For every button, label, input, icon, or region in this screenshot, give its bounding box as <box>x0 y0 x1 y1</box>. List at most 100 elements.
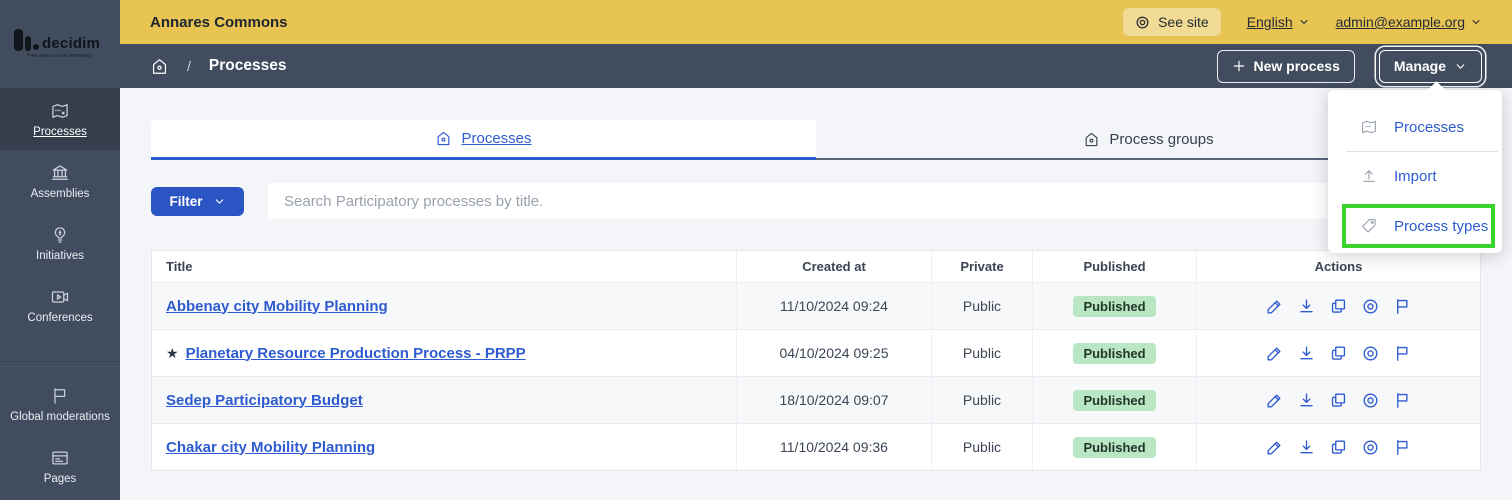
sidebar-item-label: Global moderations <box>10 410 110 423</box>
moderations-button[interactable] <box>1393 438 1412 457</box>
sidebar-item-conferences[interactable]: Conferences <box>0 274 120 336</box>
title-cell: ★ Sedep Participatory Budget <box>152 377 736 423</box>
preview-button[interactable] <box>1361 438 1380 457</box>
export-button[interactable] <box>1297 391 1316 410</box>
download-icon <box>1300 392 1313 406</box>
sidebar-item-label: Processes <box>33 125 87 138</box>
see-site-button[interactable]: See site <box>1123 8 1221 36</box>
moderate-flag-icon <box>1397 392 1408 408</box>
duplicate-button[interactable] <box>1329 391 1348 410</box>
decidim-logo[interactable]: decidim Free open-source democracy <box>0 0 120 88</box>
table-row: ★ Chakar city Mobility Planning 11/10/20… <box>152 423 1480 470</box>
new-process-button[interactable]: New process <box>1216 49 1355 83</box>
download-icon <box>1300 298 1313 312</box>
process-icon <box>438 131 450 146</box>
moderate-flag-icon <box>1397 439 1408 455</box>
created-at-cell: 18/10/2024 09:07 <box>736 377 931 423</box>
edit-icon <box>1267 394 1281 408</box>
column-header-private: Private <box>931 251 1032 282</box>
decidim-logo-text: decidim <box>42 35 101 52</box>
export-button[interactable] <box>1297 438 1316 457</box>
filter-row: Filter <box>151 183 1481 219</box>
edit-button[interactable] <box>1265 297 1284 316</box>
preview-button[interactable] <box>1361 297 1380 316</box>
duplicate-button[interactable] <box>1329 344 1348 363</box>
column-header-title: Title <box>166 259 193 274</box>
published-badge: Published <box>1073 342 1156 364</box>
eye-icon <box>1136 16 1149 28</box>
published-cell: Published <box>1032 424 1196 470</box>
preview-icon <box>1363 298 1378 314</box>
site-title: Annares Commons <box>150 13 288 31</box>
sidebar-item-pages[interactable]: Pages <box>0 435 120 497</box>
moderate-flag-icon <box>1397 298 1408 314</box>
edit-button[interactable] <box>1265 438 1284 457</box>
title-cell: ★ Chakar city Mobility Planning <box>152 424 736 470</box>
duplicate-button[interactable] <box>1329 438 1348 457</box>
published-cell: Published <box>1032 330 1196 376</box>
search-input[interactable] <box>268 183 1481 219</box>
sidebar-item-initiatives[interactable]: Initiatives <box>0 212 120 274</box>
main-content: Processes Process groups Filter Title Cr… <box>120 88 1512 500</box>
see-site-label: See site <box>1158 14 1209 30</box>
private-cell: Public <box>931 283 1032 329</box>
manage-label: Manage <box>1393 58 1446 74</box>
sidebar-item-label: Pages <box>43 472 77 485</box>
chevron-down-icon <box>1456 63 1465 69</box>
moderations-button[interactable] <box>1393 391 1412 410</box>
tab-label: Process groups <box>1109 130 1214 148</box>
preview-icon <box>1363 392 1378 408</box>
plus-icon <box>1233 60 1244 72</box>
private-cell: Public <box>931 377 1032 423</box>
table-row: ★ Sedep Participatory Budget 18/10/2024 … <box>152 376 1480 423</box>
sidebar-item-label: Initiatives <box>36 249 84 262</box>
duplicate-icon <box>1331 298 1346 313</box>
filter-button[interactable]: Filter <box>151 186 244 216</box>
process-title-link[interactable]: Chakar city Mobility Planning <box>166 439 375 456</box>
process-title-link[interactable]: Sedep Participatory Budget <box>166 392 363 409</box>
created-at-cell: 04/10/2024 09:25 <box>736 330 931 376</box>
sidebar-item-processes[interactable]: Processes <box>0 88 120 150</box>
sidebar-item-assemblies[interactable]: Assemblies <box>0 150 120 212</box>
preview-button[interactable] <box>1361 391 1380 410</box>
account-menu[interactable]: admin@example.org <box>1336 14 1482 30</box>
topbar-actions: See site English admin@example.org <box>1123 8 1482 36</box>
home-icon[interactable] <box>150 57 169 76</box>
moderations-button[interactable] <box>1393 297 1412 316</box>
decidim-logo-bars <box>14 29 39 51</box>
duplicate-button[interactable] <box>1329 297 1348 316</box>
menu-item-label: Import <box>1394 167 1437 185</box>
manage-button[interactable]: Manage <box>1378 49 1482 83</box>
process-title-link[interactable]: Abbenay city Mobility Planning <box>166 298 388 315</box>
published-cell: Published <box>1032 377 1196 423</box>
star-icon: ★ <box>166 344 179 361</box>
manage-menu-item-import[interactable]: Import <box>1328 154 1502 198</box>
manage-menu-item-processes[interactable]: Processes <box>1328 105 1502 149</box>
edit-button[interactable] <box>1265 344 1284 363</box>
language-label: English <box>1246 14 1293 30</box>
export-button[interactable] <box>1297 344 1316 363</box>
preview-button[interactable] <box>1361 344 1380 363</box>
table-header-row: Title Created at Private Published Actio… <box>152 251 1480 282</box>
process-group-icon <box>1086 132 1098 146</box>
title-cell: ★ Abbenay city Mobility Planning <box>152 283 736 329</box>
published-badge: Published <box>1073 295 1156 317</box>
published-badge: Published <box>1073 389 1156 411</box>
moderate-flag-icon <box>1397 345 1408 361</box>
private-cell: Public <box>931 424 1032 470</box>
manage-dropdown: Processes Import Process types <box>1328 81 1502 253</box>
breadcrumb-current[interactable]: Processes <box>209 57 287 75</box>
duplicate-icon <box>1331 439 1346 454</box>
moderations-button[interactable] <box>1393 344 1412 363</box>
tab-processes[interactable]: Processes <box>151 120 816 160</box>
sidebar-item-label: Conferences <box>27 311 93 324</box>
language-selector[interactable]: English <box>1247 14 1310 30</box>
manage-menu-item-process-types[interactable]: Process types <box>1342 204 1495 248</box>
export-button[interactable] <box>1297 297 1316 316</box>
edit-button[interactable] <box>1265 391 1284 410</box>
sidebar-item-global-moderations[interactable]: Global moderations <box>0 373 120 435</box>
sidebar-item-label: Assemblies <box>30 187 90 200</box>
process-title-link[interactable]: Planetary Resource Production Process - … <box>186 345 526 362</box>
column-header-published: Published <box>1032 251 1196 282</box>
download-icon <box>1300 439 1313 453</box>
